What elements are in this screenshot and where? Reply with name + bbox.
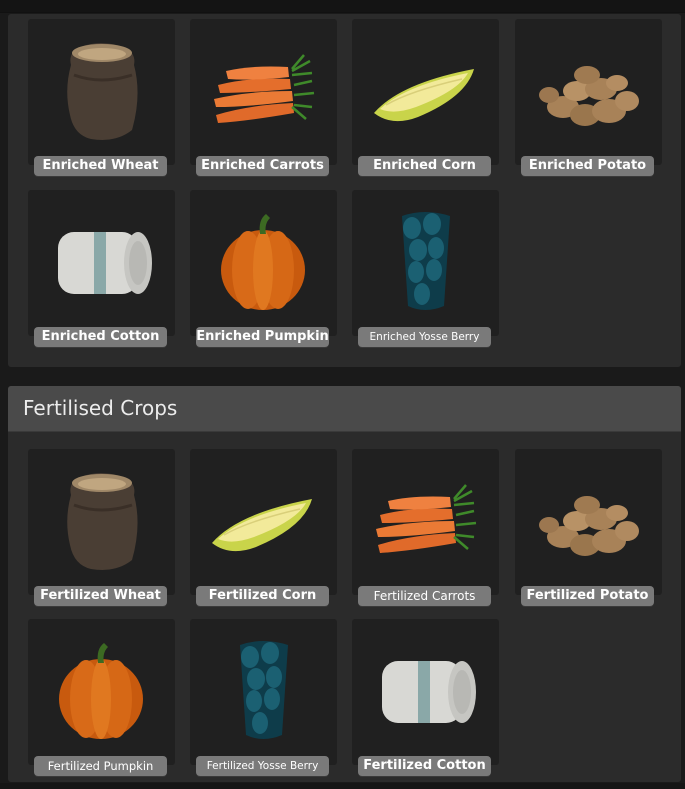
crop-label: Enriched Corn (358, 156, 491, 176)
top-scroll-edge (0, 0, 685, 13)
crop-tile-enriched-corn[interactable]: Enriched Corn (352, 19, 499, 181)
crop-tile-enriched-potato[interactable]: Enriched Potato (515, 19, 662, 181)
crop-tile-fertilized-potato[interactable]: Fertilized Potato (515, 449, 662, 611)
enriched-crops-panel: Enriched Wheat Enriched Carrots Enriched… (8, 14, 681, 367)
fertilised-crops-panel: Fertilised Crops Fertilized Wheat Fertil… (8, 386, 681, 782)
crop-label: Fertilized Wheat (34, 586, 167, 606)
wheat-sack-icon (67, 43, 138, 140)
crop-tile-fertilized-pumpkin[interactable]: Fertilized Pumpkin (28, 619, 175, 781)
crop-label: Fertilized Carrots (358, 586, 491, 606)
crop-label: Fertilized Yosse Berry (196, 756, 329, 776)
crop-tile-fertilized-yosse-berry[interactable]: Fertilized Yosse Berry (190, 619, 337, 781)
corn-icon (374, 69, 474, 122)
potato-icon (539, 496, 639, 556)
crop-label: Enriched Carrots (196, 156, 329, 176)
potato-icon (539, 66, 639, 126)
crop-tile-fertilized-cotton[interactable]: Fertilized Cotton (352, 619, 499, 781)
crop-tile-enriched-wheat[interactable]: Enriched Wheat (28, 19, 175, 181)
pumpkin-icon (221, 214, 305, 310)
carrots-icon (214, 54, 315, 123)
crop-label: Enriched Potato (521, 156, 654, 176)
crop-tile-enriched-pumpkin[interactable]: Enriched Pumpkin (190, 190, 337, 352)
crop-tile-fertilized-carrots[interactable]: Fertilized Carrots (352, 449, 499, 611)
crop-label: Fertilized Corn (196, 586, 329, 606)
yosse-berry-icon (402, 212, 450, 310)
carrots-icon (376, 484, 477, 553)
section-title: Fertilised Crops (8, 386, 681, 432)
crop-label: Enriched Yosse Berry (358, 327, 491, 347)
crop-label: Enriched Wheat (34, 156, 167, 176)
crop-tile-fertilized-corn[interactable]: Fertilized Corn (190, 449, 337, 611)
yosse-berry-icon (240, 641, 288, 739)
crop-label: Enriched Pumpkin (196, 327, 329, 347)
bottom-scroll-edge (0, 783, 685, 789)
crop-tile-enriched-yosse-berry[interactable]: Enriched Yosse Berry (352, 190, 499, 352)
crop-label: Fertilized Potato (521, 586, 654, 606)
crop-tile-enriched-cotton[interactable]: Enriched Cotton (28, 190, 175, 352)
pumpkin-icon (59, 643, 143, 739)
crop-label: Fertilized Pumpkin (34, 756, 167, 776)
cotton-bale-icon (382, 661, 476, 723)
crop-label: Enriched Cotton (34, 327, 167, 347)
crop-tile-fertilized-wheat[interactable]: Fertilized Wheat (28, 449, 175, 611)
wheat-sack-icon (67, 473, 138, 570)
crop-label: Fertilized Cotton (358, 756, 491, 776)
crop-tile-enriched-carrots[interactable]: Enriched Carrots (190, 19, 337, 181)
corn-icon (212, 499, 312, 552)
cotton-bale-icon (58, 232, 152, 294)
